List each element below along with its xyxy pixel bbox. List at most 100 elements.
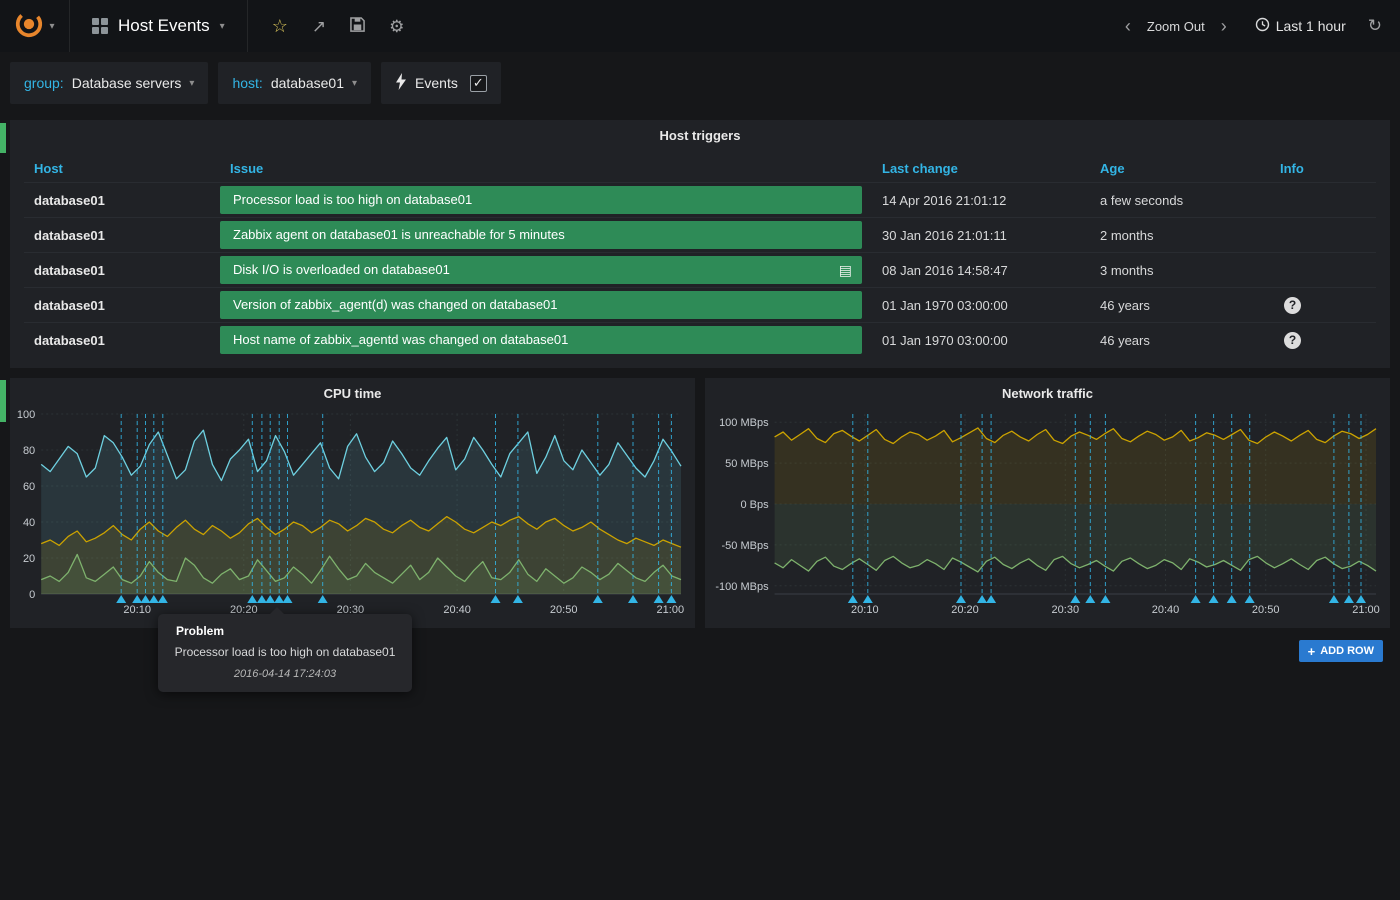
age-cell: 2 months [1090, 228, 1270, 243]
svg-text:0 Bps: 0 Bps [740, 499, 769, 511]
column-header-info[interactable]: Info [1270, 161, 1376, 176]
save-button[interactable] [350, 17, 365, 35]
help-question-icon[interactable]: ? [1284, 332, 1301, 349]
issue-badge[interactable]: Version of zabbix_agent(d) was changed o… [220, 291, 862, 319]
svg-text:100 MBps: 100 MBps [719, 417, 769, 429]
caret-down-icon: ▾ [352, 78, 357, 89]
events-annotation-label: Events [415, 75, 458, 91]
star-button[interactable]: ☆ [272, 17, 288, 35]
svg-text:40: 40 [23, 517, 35, 529]
refresh-button[interactable]: ↻ [1368, 16, 1382, 36]
triggers-table: Host Issue Last change Age Info database… [24, 154, 1376, 357]
age-cell: a few seconds [1090, 193, 1270, 208]
caret-down-icon: ▾ [49, 21, 54, 32]
group-variable-label: group: [24, 75, 64, 91]
host-triggers-panel: Host triggers Host Issue Last change Age… [10, 120, 1390, 368]
host-cell: database01 [24, 193, 220, 208]
annotation-tooltip: Problem Processor load is too high on da… [158, 614, 412, 692]
table-row[interactable]: database01 Zabbix agent on database01 is… [24, 217, 1376, 252]
grafana-logo-menu[interactable]: ▾ [0, 0, 70, 52]
age-cell: 46 years [1090, 333, 1270, 348]
dashboard-actions: ☆ ↗ ⚙ [248, 17, 429, 35]
last-change-cell: 01 Jan 1970 03:00:00 [872, 298, 1090, 313]
check-icon: ✓ [473, 75, 484, 91]
svg-text:60: 60 [23, 481, 35, 493]
host-cell: database01 [24, 228, 220, 243]
column-header-issue[interactable]: Issue [220, 161, 872, 176]
svg-text:20:40: 20:40 [1152, 604, 1180, 616]
issue-badge[interactable]: Disk I/O is overloaded on database01▤ [220, 256, 862, 284]
issue-badge[interactable]: Host name of zabbix_agentd was changed o… [220, 326, 862, 354]
grafana-logo [14, 9, 44, 44]
events-annotation-toggle[interactable]: Events ✓ [381, 62, 501, 104]
table-row[interactable]: database01 Version of zabbix_agent(d) wa… [24, 287, 1376, 322]
column-header-host[interactable]: Host [24, 161, 220, 176]
add-row-label: ADD ROW [1320, 645, 1374, 657]
table-row[interactable]: database01 Processor load is too high on… [24, 182, 1376, 217]
template-variables-bar: group: Database servers ▾ host: database… [10, 62, 501, 104]
lightning-bolt-icon [395, 73, 407, 93]
svg-text:20:50: 20:50 [1252, 604, 1280, 616]
time-range-picker[interactable]: Last 1 hour [1255, 17, 1346, 35]
panel-title[interactable]: Host triggers [10, 120, 1390, 146]
column-header-age[interactable]: Age [1090, 161, 1270, 176]
last-change-cell: 01 Jan 1970 03:00:00 [872, 333, 1090, 348]
host-cell: database01 [24, 333, 220, 348]
time-shift-right-button[interactable]: › [1217, 16, 1231, 37]
tooltip-text: Processor load is too high on database01 [172, 645, 398, 659]
svg-text:20:10: 20:10 [851, 604, 879, 616]
top-navbar: ▾ Host Events ▾ ☆ ↗ ⚙ ‹ Zoom Out › Last … [0, 0, 1400, 52]
svg-text:20:50: 20:50 [550, 604, 578, 616]
row-indicator-charts[interactable] [0, 380, 6, 422]
caret-down-icon: ▾ [220, 21, 225, 32]
info-cell: ? [1270, 332, 1376, 349]
triggers-table-header: Host Issue Last change Age Info [24, 154, 1376, 182]
tooltip-title: Problem [172, 624, 398, 638]
svg-text:20: 20 [23, 553, 35, 565]
caret-down-icon: ▾ [189, 78, 194, 89]
table-row[interactable]: database01 Disk I/O is overloaded on dat… [24, 252, 1376, 287]
dashboard-title-menu[interactable]: Host Events ▾ [70, 0, 248, 52]
time-controls: ‹ Zoom Out › Last 1 hour ↻ [1121, 16, 1400, 37]
column-header-last-change[interactable]: Last change [872, 161, 1090, 176]
clock-icon [1255, 17, 1270, 35]
svg-text:50 MBps: 50 MBps [725, 458, 769, 470]
network-traffic-chart[interactable]: -100 MBps -50 MBps 0 Bps 50 MBps 100 MBps 20:… [705, 404, 1390, 628]
issue-badge[interactable]: Processor load is too high on database01 [220, 186, 862, 214]
share-button[interactable]: ↗ [312, 18, 326, 35]
svg-text:20:40: 20:40 [443, 604, 471, 616]
panel-title[interactable]: Network traffic [705, 378, 1390, 404]
host-cell: database01 [24, 263, 220, 278]
svg-text:80: 80 [23, 445, 35, 457]
last-change-cell: 08 Jan 2016 14:58:47 [872, 263, 1090, 278]
issue-badge[interactable]: Zabbix agent on database01 is unreachabl… [220, 221, 862, 249]
table-row[interactable]: database01 Host name of zabbix_agentd wa… [24, 322, 1376, 357]
host-variable-dropdown[interactable]: host: database01 ▾ [218, 62, 371, 104]
events-checkbox[interactable]: ✓ [470, 75, 487, 92]
settings-gear-button[interactable]: ⚙ [389, 18, 404, 35]
time-range-label: Last 1 hour [1276, 18, 1346, 34]
svg-text:21:00: 21:00 [657, 604, 685, 616]
svg-text:-50 MBps: -50 MBps [722, 540, 770, 552]
zoom-out-button[interactable]: Zoom Out [1147, 19, 1205, 34]
tooltip-timestamp: 2016-04-14 17:24:03 [172, 668, 398, 680]
document-icon[interactable]: ▤ [839, 256, 852, 284]
svg-text:20:20: 20:20 [951, 604, 979, 616]
svg-text:20:30: 20:30 [1052, 604, 1080, 616]
group-variable-dropdown[interactable]: group: Database servers ▾ [10, 62, 208, 104]
last-change-cell: 14 Apr 2016 21:01:12 [872, 193, 1090, 208]
cpu-time-chart[interactable]: 02040608010020:1020:2020:3020:4020:5021:… [10, 404, 695, 628]
time-shift-left-button[interactable]: ‹ [1121, 16, 1135, 37]
svg-text:21:00: 21:00 [1352, 604, 1380, 616]
svg-text:100: 100 [17, 409, 35, 421]
panel-title[interactable]: CPU time [10, 378, 695, 404]
add-row-button[interactable]: + ADD ROW [1299, 640, 1383, 662]
row-indicator-triggers[interactable] [0, 123, 6, 153]
host-cell: database01 [24, 298, 220, 313]
svg-text:20:10: 20:10 [123, 604, 151, 616]
age-cell: 46 years [1090, 298, 1270, 313]
svg-text:-100 MBps: -100 MBps [715, 581, 769, 593]
dashboard-icon [92, 18, 108, 34]
age-cell: 3 months [1090, 263, 1270, 278]
help-question-icon[interactable]: ? [1284, 297, 1301, 314]
